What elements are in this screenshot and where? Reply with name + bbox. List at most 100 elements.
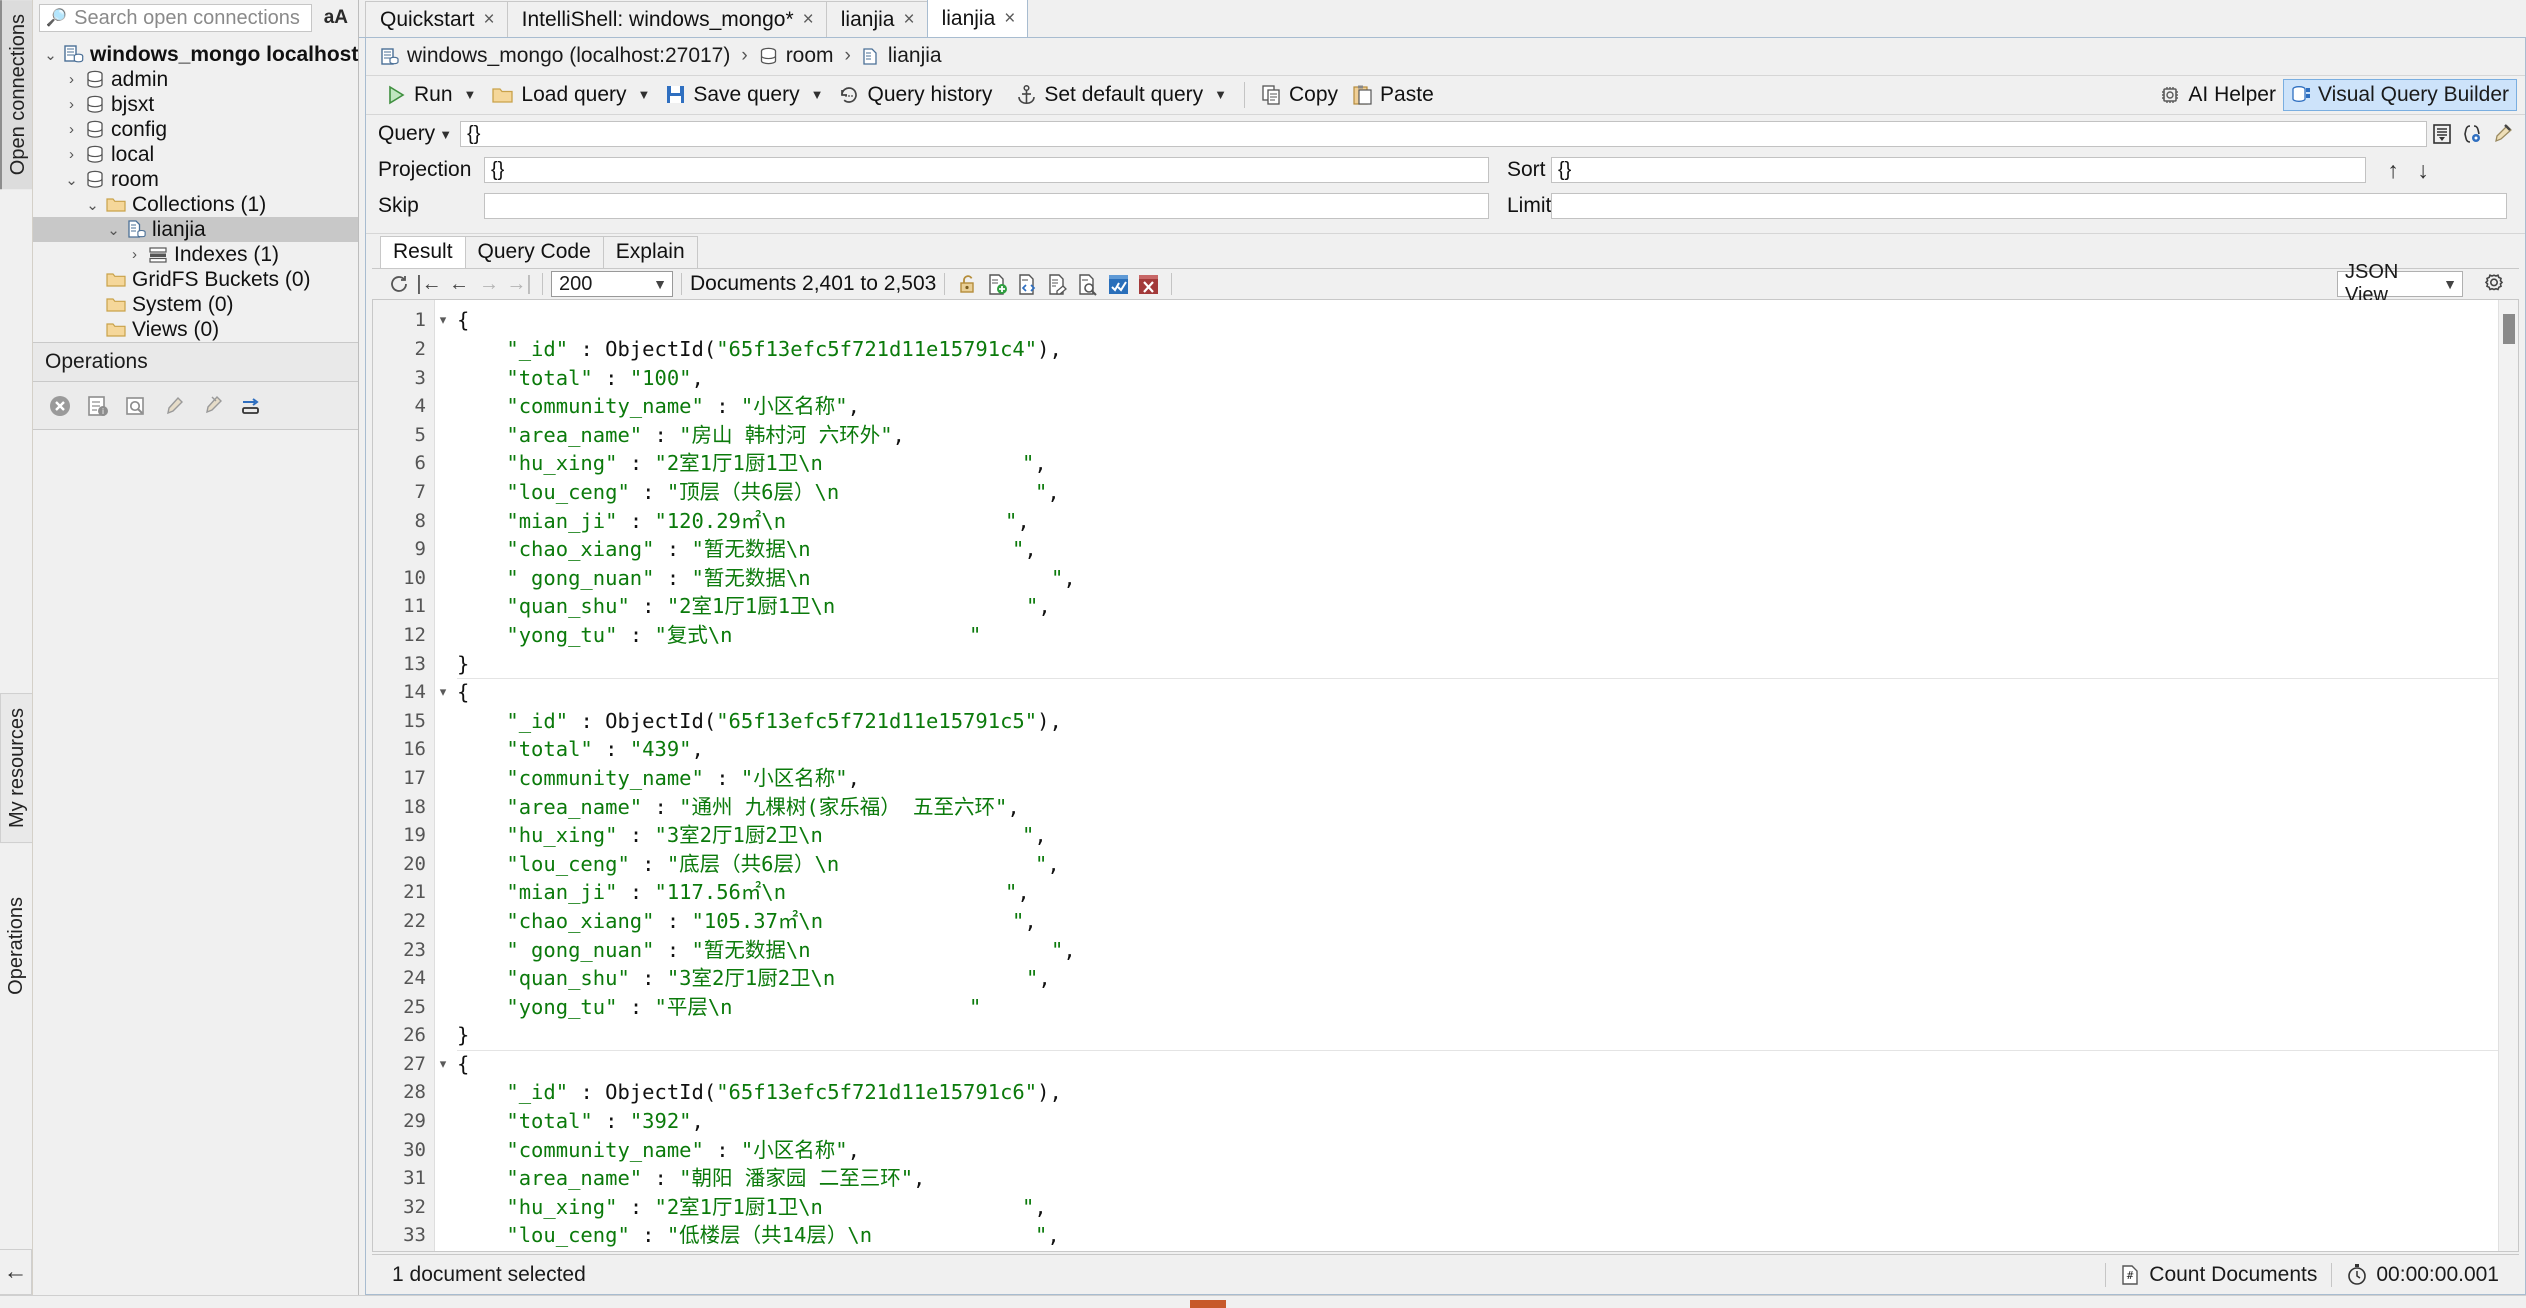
breadcrumb-collection[interactable]: lianjia: [888, 44, 942, 68]
edit-document-icon[interactable]: [1043, 272, 1073, 297]
match-case-toggle[interactable]: aA: [318, 7, 354, 29]
chevron-right-icon[interactable]: ›: [127, 246, 142, 263]
next-page-button[interactable]: →: [474, 271, 504, 297]
run-button[interactable]: Run: [378, 80, 460, 110]
fold-column[interactable]: ▾ ▾ ▾: [435, 300, 451, 1252]
query-mode-caret-icon[interactable]: ▼: [435, 127, 460, 142]
chevron-right-icon[interactable]: ›: [64, 121, 79, 138]
tree-item-admin[interactable]: › admin: [33, 67, 358, 92]
move-up-button[interactable]: ↑: [2378, 157, 2408, 184]
tree-item-bjsxt[interactable]: › bjsxt: [33, 92, 358, 117]
search-input[interactable]: [72, 5, 305, 31]
query-builder-icon: [2292, 85, 2310, 102]
tree-item-gridfs-buckets-0[interactable]: GridFS Buckets (0): [33, 267, 358, 292]
collapse-panel-button[interactable]: ←: [0, 1249, 32, 1296]
vtab-operations[interactable]: Operations: [0, 883, 32, 1010]
string-terminator: ",: [1022, 451, 1047, 476]
load-query-button[interactable]: Load query: [484, 80, 633, 110]
query-history-button[interactable]: Query history: [831, 80, 999, 110]
lock-icon[interactable]: [953, 272, 983, 297]
export-icon[interactable]: [237, 393, 263, 419]
result-tab-result[interactable]: Result: [380, 236, 466, 269]
skip-input[interactable]: [484, 193, 1489, 220]
load-query-dropdown-caret-icon[interactable]: ▼: [634, 87, 659, 102]
count-documents-button[interactable]: # Count Documents: [2106, 1263, 2331, 1287]
chevron-right-icon[interactable]: ›: [64, 146, 79, 163]
json-code-content[interactable]: { "_id" : ObjectId("65f13efc5f721d11e157…: [451, 300, 2518, 1252]
result-tab-query-code[interactable]: Query Code: [464, 236, 604, 269]
set-default-query-button[interactable]: Set default query: [1009, 80, 1210, 110]
view-source-icon[interactable]: [1013, 272, 1043, 297]
json-result-editor[interactable]: 1 2 3 4 5 6 7 8 9 10 11 12 13 14 15 16 17 18 19 20 21 22 23 24 2…: [372, 300, 2519, 1253]
editor-tab-3[interactable]: lianjia ×: [926, 0, 1029, 37]
result-tab-explain[interactable]: Explain: [602, 236, 698, 269]
query-value: {}: [467, 122, 481, 145]
tree-item-views-0[interactable]: Views (0): [33, 317, 358, 342]
query-input[interactable]: {}: [460, 121, 2427, 148]
tree-item-windows-mongo-localhost-27017-direct[interactable]: ⌄ windows_mongo localhost:27017 [direct]: [33, 42, 501, 67]
chevron-down-icon[interactable]: ⌄: [106, 221, 121, 239]
tree-item-collections-1[interactable]: ⌄ Collections (1): [33, 192, 358, 217]
query-format-icon[interactable]: [2427, 121, 2457, 147]
fold-toggle-icon[interactable]: ▾: [435, 1050, 451, 1079]
close-icon[interactable]: ×: [484, 9, 495, 31]
tree-item-local[interactable]: › local: [33, 142, 358, 167]
chevron-down-icon[interactable]: ⌄: [85, 196, 100, 214]
save-query-dropdown-caret-icon[interactable]: ▼: [807, 87, 832, 102]
chevron-down-icon[interactable]: ⌄: [64, 171, 79, 189]
projection-input[interactable]: {}: [484, 157, 1489, 184]
run-dropdown-caret-icon[interactable]: ▼: [460, 87, 485, 102]
fold-toggle-icon[interactable]: ▾: [435, 678, 451, 707]
close-icon[interactable]: ×: [903, 9, 914, 31]
refresh-button[interactable]: [384, 271, 414, 297]
visual-query-builder-button[interactable]: Visual Query Builder: [2282, 78, 2517, 111]
operation-info-icon[interactable]: i: [85, 393, 111, 419]
first-page-button[interactable]: |←: [414, 271, 444, 297]
insert-document-icon[interactable]: [983, 272, 1013, 297]
search-box[interactable]: 🔍: [39, 4, 312, 32]
sort-input[interactable]: {}: [1551, 157, 2366, 184]
vtab-my-resources[interactable]: My resources: [0, 693, 32, 844]
tree-item-lianjia[interactable]: ⌄ lianjia: [33, 217, 358, 242]
clean-icon[interactable]: [161, 393, 187, 419]
save-query-button[interactable]: Save query: [658, 80, 806, 110]
tree-item-indexes-1[interactable]: › Indexes (1): [33, 242, 358, 267]
prev-page-button[interactable]: ←: [444, 271, 474, 297]
query-settings-icon[interactable]: [2457, 121, 2487, 147]
inspect-operation-icon[interactable]: [123, 393, 149, 419]
last-page-button[interactable]: →|: [504, 271, 534, 297]
clear-query-icon[interactable]: [2487, 121, 2517, 147]
kill-operation-icon[interactable]: [47, 393, 73, 419]
chevron-right-icon[interactable]: ›: [64, 96, 79, 113]
vertical-scrollbar[interactable]: [2498, 300, 2518, 1252]
tree-item-room[interactable]: ⌄ room: [33, 167, 358, 192]
gear-icon[interactable]: [2479, 272, 2509, 297]
commit-icon[interactable]: [1103, 272, 1133, 297]
editor-tab-0[interactable]: Quickstart ×: [365, 1, 508, 37]
paste-button[interactable]: Paste: [1345, 80, 1441, 110]
move-down-button[interactable]: ↓: [2408, 157, 2438, 184]
tree-item-config[interactable]: › config: [33, 117, 358, 142]
find-document-icon[interactable]: [1073, 272, 1103, 297]
editor-tab-1[interactable]: IntelliShell: windows_mongo* ×: [506, 1, 827, 37]
breadcrumb-server[interactable]: windows_mongo (localhost:27017): [407, 44, 730, 68]
copy-button[interactable]: Copy: [1254, 80, 1345, 110]
revert-icon[interactable]: [1133, 272, 1163, 297]
breadcrumb-database[interactable]: room: [786, 44, 834, 68]
chevron-down-icon[interactable]: ⌄: [43, 46, 58, 64]
close-icon[interactable]: ×: [803, 9, 814, 31]
vtab-open-connections[interactable]: Open connections: [0, 0, 32, 190]
editor-tab-2[interactable]: lianjia ×: [825, 1, 928, 37]
page-size-select[interactable]: 200 ▼: [551, 271, 673, 298]
close-icon[interactable]: ×: [1004, 8, 1015, 30]
ai-helper-button[interactable]: AI Helper: [2152, 80, 2283, 110]
tree-item-system-0[interactable]: System (0): [33, 292, 358, 317]
scrollbar-thumb[interactable]: [2503, 314, 2515, 345]
view-mode-select[interactable]: JSON View ▼: [2337, 261, 2463, 306]
set-default-query-dropdown-caret-icon[interactable]: ▼: [1210, 87, 1235, 102]
chevron-right-icon[interactable]: ›: [64, 71, 79, 88]
fold-toggle-icon[interactable]: ▾: [435, 306, 451, 335]
limit-input[interactable]: [1551, 193, 2507, 220]
clean-all-icon[interactable]: [199, 393, 225, 419]
